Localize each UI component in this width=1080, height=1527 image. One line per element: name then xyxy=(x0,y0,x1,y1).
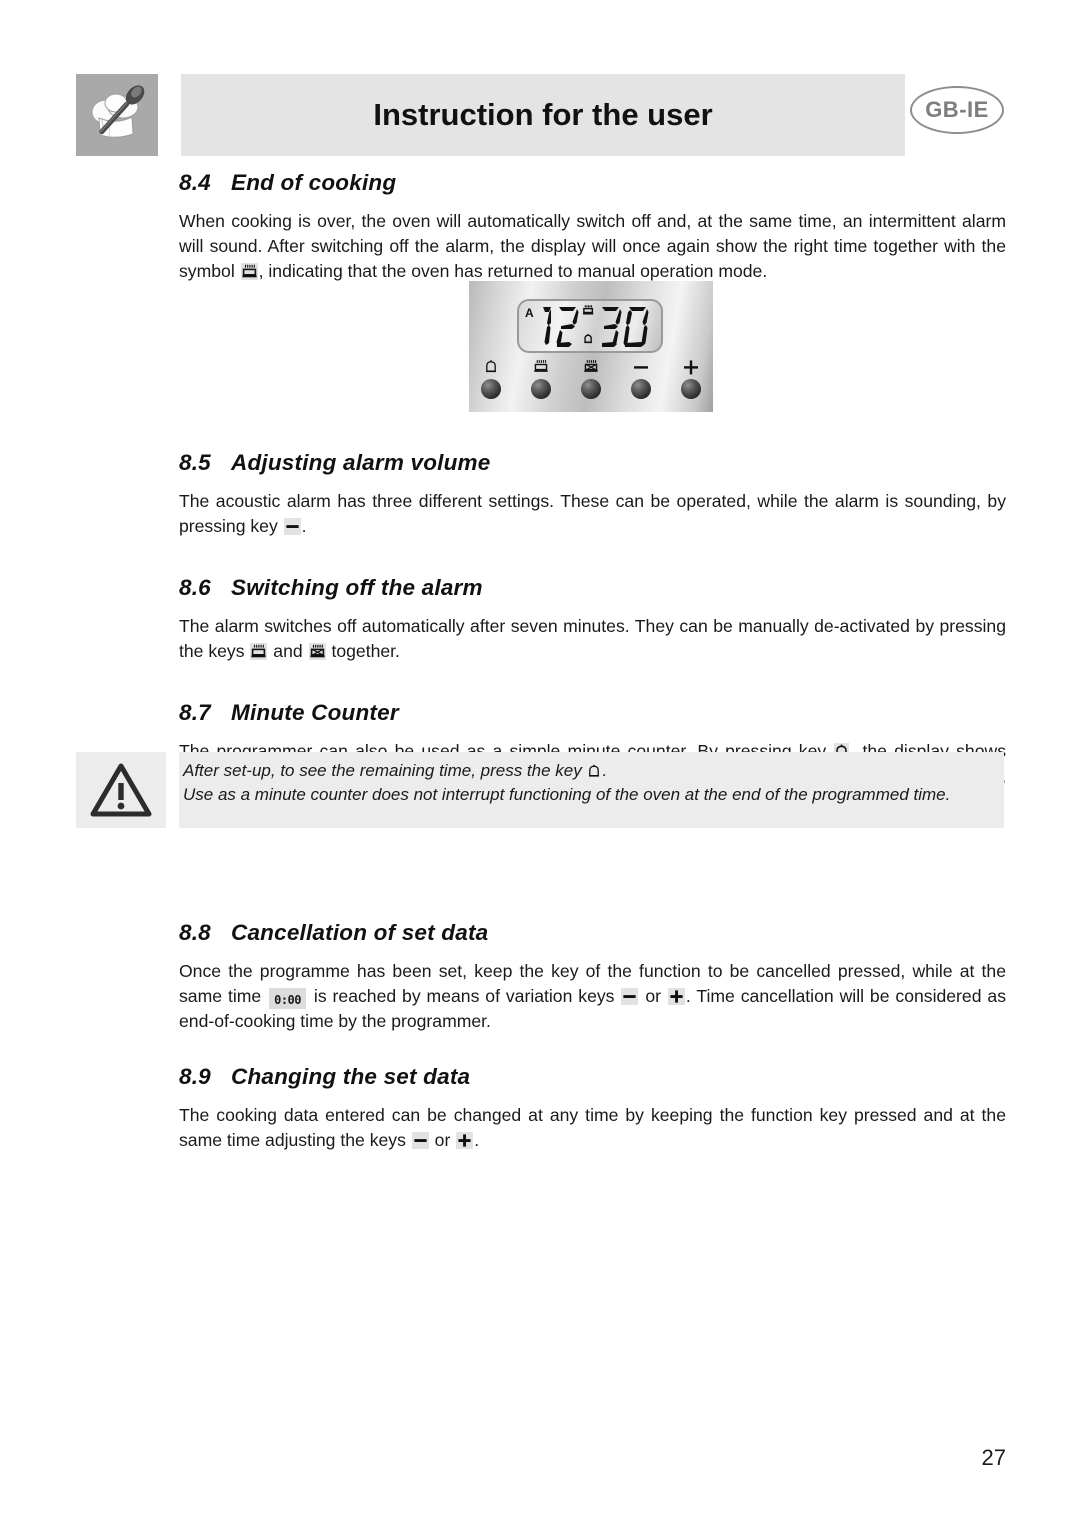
programmer-button-heating[interactable] xyxy=(519,357,563,399)
section-title: Minute Counter xyxy=(231,700,399,725)
programmer-panel: A xyxy=(469,281,713,412)
text-fragment: The cooking data entered can be changed … xyxy=(179,1105,1006,1151)
section-heading-8-8: 8.8 Cancellation of set data xyxy=(179,920,1006,946)
svg-text:A: A xyxy=(525,306,534,320)
minus-icon xyxy=(283,518,301,535)
section-8-5-paragraph: The acoustic alarm has three different s… xyxy=(179,489,1006,539)
text-fragment: . xyxy=(301,516,307,536)
text-fragment: or xyxy=(639,985,667,1006)
page-header: Instruction for the user GB-IE xyxy=(76,74,1004,158)
section-heading-8-4: 8.4 End of cooking xyxy=(179,170,1006,196)
programmer-button-row xyxy=(469,357,713,409)
programmer-button-minus[interactable] xyxy=(619,357,663,399)
heating-element-crossed-icon xyxy=(569,357,613,375)
programmer-knob[interactable] xyxy=(531,379,551,399)
section-number: 8.4 xyxy=(179,170,211,195)
text-fragment: is reached by means of variation keys xyxy=(308,985,621,1006)
chef-hat-spoon-icon xyxy=(76,74,158,156)
header-title-bar: Instruction for the user xyxy=(181,74,905,156)
programmer-button-plus[interactable] xyxy=(669,357,713,399)
bell-icon xyxy=(587,763,601,779)
section-number: 8.8 xyxy=(179,919,211,945)
warning-line-1: After set-up, to see the remaining time,… xyxy=(183,759,996,783)
section-8-6-paragraph: The alarm switches off automatically aft… xyxy=(179,614,1006,664)
section-heading-8-7: 8.7 Minute Counter xyxy=(179,700,1006,726)
warning-callout: After set-up, to see the remaining time,… xyxy=(76,752,1004,828)
programmer-knob[interactable] xyxy=(631,379,651,399)
plus-icon xyxy=(667,987,685,1005)
heating-element-icon xyxy=(240,263,258,280)
minus-icon xyxy=(621,987,639,1005)
programmer-button-heating-crossed[interactable] xyxy=(569,357,613,399)
lcd-zero-badge: 0:00 xyxy=(269,987,307,1010)
text-fragment: , indicating that the oven has returned … xyxy=(258,261,768,281)
programmer-button-bell[interactable] xyxy=(469,357,513,399)
section-number: 8.9 xyxy=(179,1064,211,1090)
text-fragment: After set-up, to see the remaining time,… xyxy=(183,761,587,780)
page-title: Instruction for the user xyxy=(373,97,713,132)
section-8-4-paragraph: When cooking is over, the oven will auto… xyxy=(179,209,1006,284)
heating-element-icon xyxy=(519,357,563,375)
lcd-zero-value: 0:00 xyxy=(274,992,302,1007)
section-number: 8.6 xyxy=(179,575,211,600)
language-badge-label: GB-IE xyxy=(925,97,989,122)
section-heading-8-6: 8.6 Switching off the alarm xyxy=(179,575,1006,601)
language-badge: GB-IE xyxy=(910,86,1004,134)
section-heading-8-5: 8.5 Adjusting alarm volume xyxy=(179,450,1006,476)
minus-icon xyxy=(619,357,663,375)
text-fragment: and xyxy=(268,641,308,661)
section-title: Adjusting alarm volume xyxy=(231,450,491,475)
warning-triangle-icon xyxy=(76,752,166,828)
heating-element-icon xyxy=(250,643,268,660)
section-heading-8-9: 8.9 Changing the set data xyxy=(179,1064,1006,1090)
text-fragment: or xyxy=(429,1130,456,1151)
text-fragment: . xyxy=(602,761,608,780)
text-fragment: . xyxy=(474,1130,480,1151)
plus-icon xyxy=(456,1132,474,1150)
programmer-knob[interactable] xyxy=(681,379,701,399)
heating-element-crossed-icon xyxy=(308,643,326,660)
programmer-lcd-display: A xyxy=(517,299,663,353)
warning-line-2: Use as a minute counter does not interru… xyxy=(183,785,951,804)
section-title: Changing the set data xyxy=(231,1064,471,1090)
section-title: Cancellation of set data xyxy=(231,919,489,945)
programmer-knob[interactable] xyxy=(581,379,601,399)
programmer-knob[interactable] xyxy=(481,379,501,399)
section-8-8-paragraph: Once the programme has been set, keep th… xyxy=(179,959,1006,1035)
section-number: 8.5 xyxy=(179,450,211,475)
minus-icon xyxy=(411,1132,429,1150)
warning-text-block: After set-up, to see the remaining time,… xyxy=(179,752,1004,828)
section-number: 8.7 xyxy=(179,700,211,725)
section-8-9-paragraph: The cooking data entered can be changed … xyxy=(179,1103,1006,1153)
bell-icon xyxy=(469,357,513,375)
section-title: End of cooking xyxy=(231,170,397,195)
section-title: Switching off the alarm xyxy=(231,575,483,600)
page-number: 27 xyxy=(981,1445,1006,1470)
document-page: Instruction for the user GB-IE 8.4 End of… xyxy=(0,0,1080,1527)
oven-programmer-figure: A xyxy=(469,281,713,412)
text-fragment: together. xyxy=(326,641,400,661)
plus-icon xyxy=(669,357,713,375)
